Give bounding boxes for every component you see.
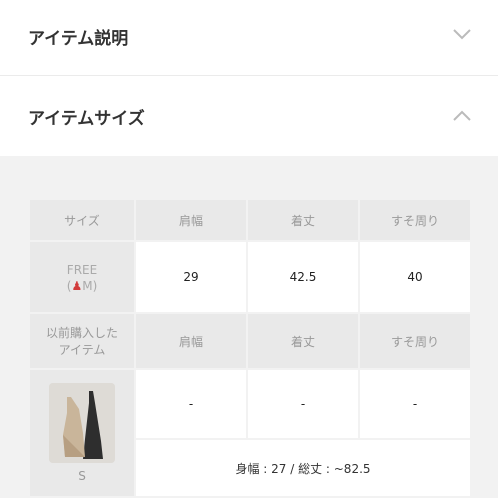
item-size-accordion[interactable]: アイテムサイズ [0, 76, 498, 156]
prev-shoulder-value: - [134, 368, 248, 440]
header-size: サイズ [28, 198, 136, 242]
free-hem-value: 40 [358, 240, 472, 314]
table-header-row: サイズ 肩幅 着丈 すそ周り [28, 198, 472, 242]
prev-header-length: 着丈 [246, 312, 360, 370]
prev-length-value: - [246, 368, 360, 440]
free-size-cell: FREE (♟M) [28, 240, 136, 314]
table-row: S - - - [28, 368, 472, 498]
model-size: (♟M) [66, 279, 98, 293]
prev-item-size: S [78, 469, 86, 483]
prev-header-row: 以前購入した アイテム 肩幅 着丈 すそ周り [28, 312, 472, 370]
free-size-label: FREE [66, 263, 98, 277]
person-icon: ♟ [71, 279, 83, 293]
size-table: サイズ 肩幅 着丈 すそ周り FREE (♟M) 29 42.5 40 以前購入… [28, 198, 472, 498]
table-row: FREE (♟M) 29 42.5 40 [28, 240, 472, 314]
prev-hem-value: - [358, 368, 472, 440]
prev-header-shoulder: 肩幅 [134, 312, 248, 370]
free-shoulder-value: 29 [134, 240, 248, 314]
item-size-title: アイテムサイズ [28, 109, 145, 129]
prev-header-hem: すそ周り [358, 312, 472, 370]
prev-item-cell[interactable]: S [28, 368, 136, 498]
header-hem: すそ周り [358, 198, 472, 242]
chevron-down-icon[interactable] [450, 22, 474, 46]
dress-image [49, 383, 115, 463]
header-length: 着丈 [246, 198, 360, 242]
item-description-title: アイテム説明 [28, 29, 129, 49]
item-description-accordion[interactable]: アイテム説明 [0, 0, 498, 76]
free-length-value: 42.5 [246, 240, 360, 314]
header-shoulder: 肩幅 [134, 198, 248, 242]
prev-item-label: 以前購入した アイテム [28, 312, 136, 370]
prev-item-thumbnail[interactable] [49, 383, 115, 463]
chevron-up-icon[interactable] [450, 104, 474, 128]
prev-item-note: 身幅 : 27 / 総丈 : ~82.5 [134, 438, 472, 498]
